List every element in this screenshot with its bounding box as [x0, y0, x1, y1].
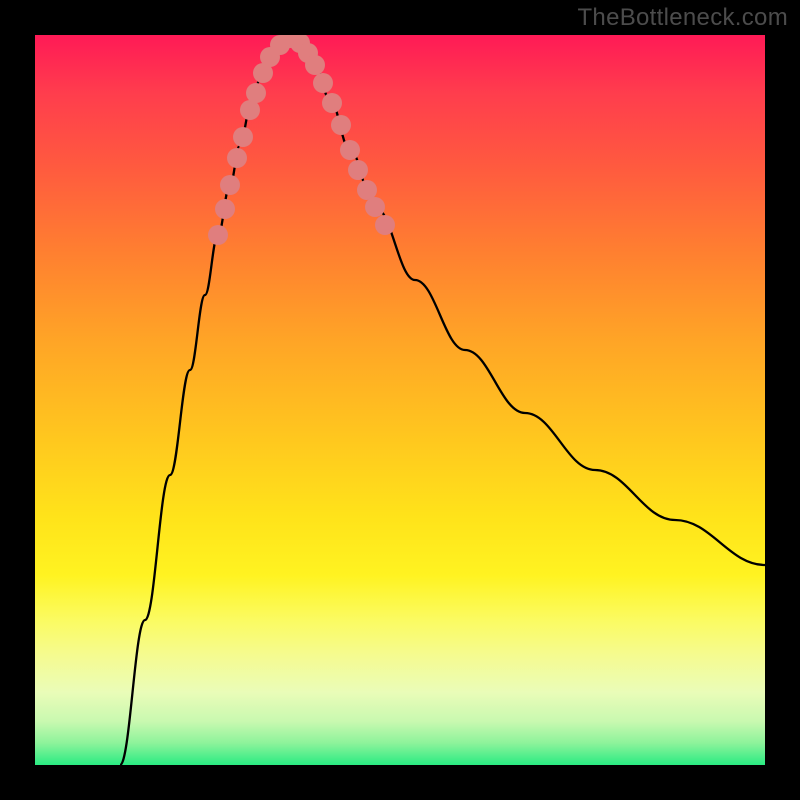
data-dot: [227, 148, 247, 168]
data-dot: [313, 73, 333, 93]
data-dot: [365, 197, 385, 217]
watermark-text: TheBottleneck.com: [577, 4, 788, 32]
data-dot: [215, 199, 235, 219]
data-dot: [375, 215, 395, 235]
right-curve: [290, 38, 765, 565]
data-dot: [233, 127, 253, 147]
data-dot: [240, 100, 260, 120]
data-dot: [357, 180, 377, 200]
data-dot: [348, 160, 368, 180]
plot-area: [35, 35, 765, 765]
chart-svg: [35, 35, 765, 765]
data-dot: [246, 83, 266, 103]
chart-frame: TheBottleneck.com: [0, 0, 800, 800]
data-dot: [340, 140, 360, 160]
data-dot: [305, 55, 325, 75]
data-dot: [220, 175, 240, 195]
left-curve: [120, 38, 290, 765]
data-dot: [322, 93, 342, 113]
data-dot: [331, 115, 351, 135]
data-dots: [208, 35, 395, 245]
data-dot: [208, 225, 228, 245]
